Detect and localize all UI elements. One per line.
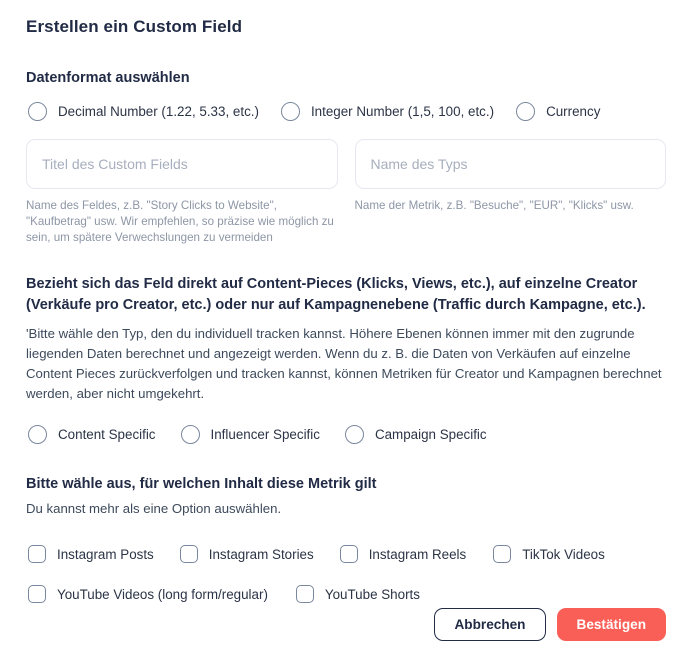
field-inputs-row: Name des Feldes, z.B. "Story Clicks to W… bbox=[26, 139, 666, 246]
content-checkbox-group-row-2: YouTube Videos (long form/regular) YouTu… bbox=[28, 585, 666, 603]
content-selection-heading: Bitte wähle aus, für welchen Inhalt dies… bbox=[26, 476, 377, 492]
cancel-button[interactable]: Abbrechen bbox=[434, 608, 546, 641]
title-field-group: Name des Feldes, z.B. "Story Clicks to W… bbox=[26, 139, 338, 246]
checkbox-option-instagram-stories[interactable]: Instagram Stories bbox=[179, 545, 314, 563]
radio-option-campaign-specific[interactable]: Campaign Specific bbox=[344, 425, 487, 444]
radio-label: Influencer Specific bbox=[210, 427, 320, 442]
type-field-helper-text: Name der Metrik, z.B. "Besuche", "EUR", … bbox=[354, 199, 634, 212]
radio-icon[interactable] bbox=[180, 425, 200, 444]
custom-field-type-input[interactable] bbox=[354, 139, 666, 189]
content-selection-subtext: Du kannst mehr als eine Option auswählen… bbox=[26, 501, 282, 516]
checkbox-icon[interactable] bbox=[179, 545, 198, 563]
create-custom-field-dialog: Erstellen ein Custom Field Datenformat a… bbox=[0, 0, 690, 651]
checkbox-option-youtube-shorts[interactable]: YouTube Shorts bbox=[295, 585, 420, 603]
radio-option-decimal-number[interactable]: Decimal Number (1.22, 5.33, etc.) bbox=[28, 102, 259, 121]
radio-icon[interactable] bbox=[28, 102, 47, 121]
checkbox-label: Instagram Reels bbox=[368, 546, 467, 562]
radio-label: Campaign Specific bbox=[374, 427, 487, 442]
radio-option-integer-number[interactable]: Integer Number (1,5, 100, etc.) bbox=[280, 102, 495, 121]
checkbox-icon[interactable] bbox=[28, 545, 46, 563]
checkbox-option-instagram-reels[interactable]: Instagram Reels bbox=[339, 545, 467, 563]
radio-option-currency[interactable]: Currency bbox=[516, 102, 600, 121]
title-field-helper-text: Name des Feldes, z.B. "Story Clicks to W… bbox=[26, 199, 334, 244]
checkbox-icon[interactable] bbox=[339, 545, 358, 563]
radio-icon[interactable] bbox=[28, 425, 47, 444]
checkbox-option-tiktok-videos[interactable]: TikTok Videos bbox=[493, 545, 605, 563]
data-format-radio-group: Decimal Number (1.22, 5.33, etc.) Intege… bbox=[28, 102, 666, 121]
scope-description: 'Bitte wähle den Typ, den du individuell… bbox=[26, 326, 662, 401]
content-checkbox-group-row-1: Instagram Posts Instagram Stories Instag… bbox=[28, 545, 666, 563]
checkbox-label: Instagram Stories bbox=[208, 546, 314, 562]
type-field-group: Name der Metrik, z.B. "Besuche", "EUR", … bbox=[354, 139, 666, 246]
radio-icon[interactable] bbox=[344, 425, 364, 444]
data-format-heading: Datenformat auswählen bbox=[26, 70, 190, 86]
page-title: Erstellen ein Custom Field bbox=[26, 17, 243, 36]
custom-field-title-input[interactable] bbox=[26, 139, 338, 189]
checkbox-label: YouTube Shorts bbox=[324, 586, 420, 602]
checkbox-icon[interactable] bbox=[295, 585, 314, 603]
radio-label: Content Specific bbox=[58, 427, 156, 442]
checkbox-label: Instagram Posts bbox=[57, 546, 154, 562]
checkbox-option-youtube-videos[interactable]: YouTube Videos (long form/regular) bbox=[28, 585, 268, 603]
radio-icon[interactable] bbox=[516, 102, 536, 121]
checkbox-option-instagram-posts[interactable]: Instagram Posts bbox=[28, 545, 154, 563]
scope-radio-group: Content Specific Influencer Specific Cam… bbox=[28, 425, 666, 444]
checkbox-label: YouTube Videos (long form/regular) bbox=[57, 586, 268, 602]
dialog-footer: Abbrechen Bestätigen bbox=[434, 608, 666, 641]
radio-option-influencer-specific[interactable]: Influencer Specific bbox=[180, 425, 320, 444]
radio-label: Integer Number (1,5, 100, etc.) bbox=[310, 104, 495, 119]
checkbox-label: TikTok Videos bbox=[522, 546, 605, 562]
radio-label: Decimal Number (1.22, 5.33, etc.) bbox=[58, 104, 259, 119]
checkbox-icon[interactable] bbox=[493, 545, 512, 563]
checkbox-icon[interactable] bbox=[28, 585, 46, 603]
radio-icon[interactable] bbox=[280, 102, 300, 121]
radio-label: Currency bbox=[546, 104, 601, 119]
scope-heading: Bezieht sich das Feld direkt auf Content… bbox=[26, 276, 646, 313]
radio-option-content-specific[interactable]: Content Specific bbox=[28, 425, 156, 444]
confirm-button[interactable]: Bestätigen bbox=[556, 608, 666, 641]
